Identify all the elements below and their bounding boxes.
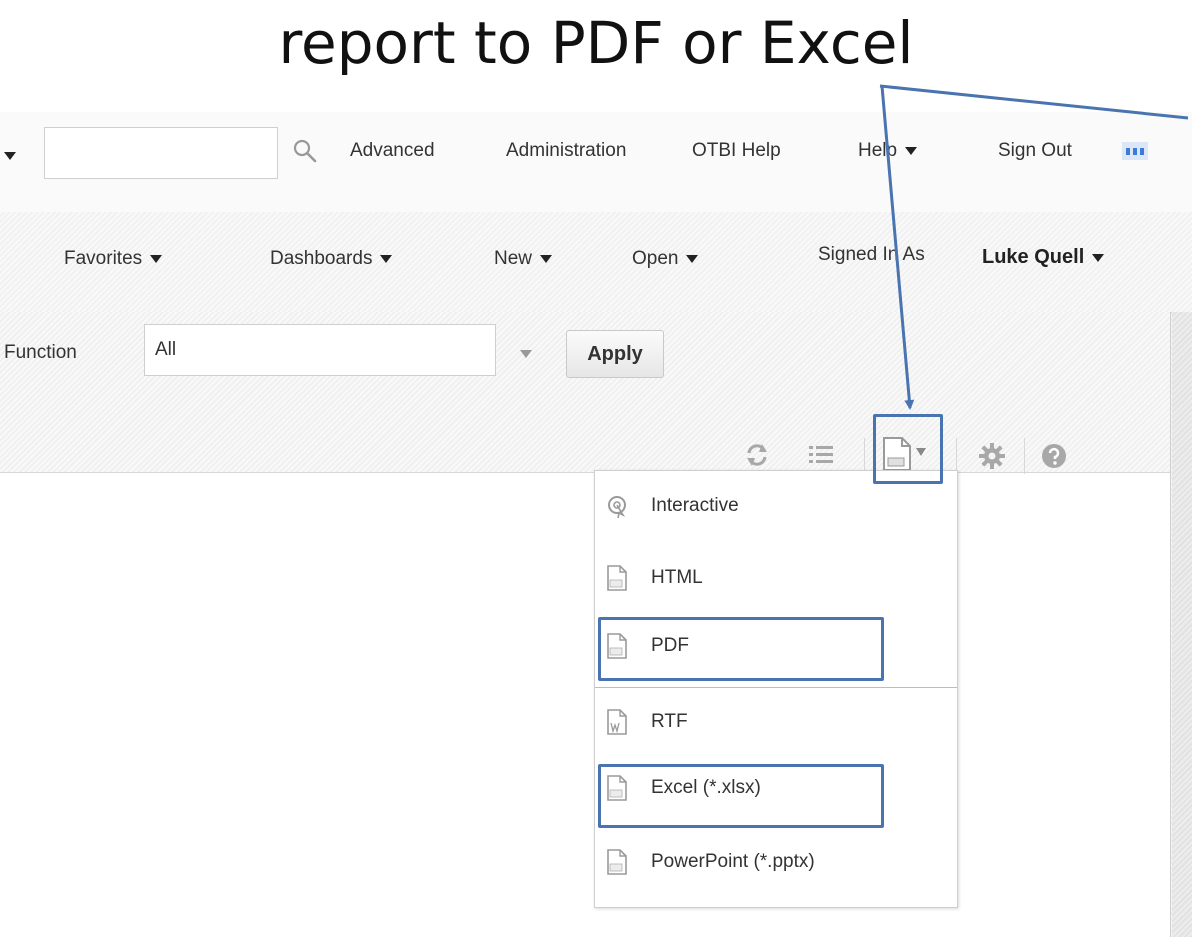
powerpoint-file-icon <box>607 849 627 875</box>
chevron-down-icon[interactable] <box>520 350 532 358</box>
menu-item-label: HTML <box>651 567 703 588</box>
callout-export-button <box>873 414 943 484</box>
html-file-icon <box>607 565 627 591</box>
apply-button[interactable]: Apply <box>566 330 664 378</box>
export-dropdown-menu: Interactive HTML PDF RTF Excel (*.xlsx) … <box>594 470 958 908</box>
search-input[interactable] <box>44 127 278 179</box>
help-icon[interactable] <box>1040 442 1068 470</box>
user-menu[interactable]: Luke Quell <box>982 246 1105 269</box>
oracle-badge-icon[interactable] <box>1122 142 1148 160</box>
favorites-menu[interactable]: Favorites <box>64 248 163 270</box>
open-menu[interactable]: Open <box>632 248 699 270</box>
chevron-down-icon <box>380 254 393 263</box>
menu-item-interactive[interactable]: Interactive <box>595 481 957 533</box>
chevron-down-icon <box>150 254 163 263</box>
open-label: Open <box>632 248 679 269</box>
menu-item-label: Interactive <box>651 495 739 516</box>
menu-divider <box>595 687 957 688</box>
new-label: New <box>494 248 533 269</box>
callout-excel-item <box>598 764 884 828</box>
chevron-down-icon <box>540 254 553 263</box>
toolbar-separator <box>956 438 957 474</box>
gear-icon[interactable] <box>978 442 1006 470</box>
otbi-help-link[interactable]: OTBI Help <box>692 140 781 162</box>
dashboards-menu[interactable]: Dashboards <box>270 248 393 270</box>
report-content: Function All Apply <box>0 312 1171 937</box>
function-select[interactable]: All <box>144 324 496 376</box>
right-gutter <box>1172 312 1192 937</box>
dashboards-label: Dashboards <box>270 248 373 269</box>
favorites-label: Favorites <box>64 248 143 269</box>
report-toolbar-area: Function All Apply <box>0 312 1170 474</box>
interactive-icon <box>608 496 626 519</box>
menu-item-rtf[interactable]: RTF <box>595 697 957 749</box>
signed-in-as-label: Signed In As <box>818 244 925 265</box>
advanced-link[interactable]: Advanced <box>350 140 435 162</box>
chevron-down-icon[interactable] <box>4 152 16 160</box>
new-menu[interactable]: New <box>494 248 553 270</box>
menu-item-html[interactable]: HTML <box>595 553 957 605</box>
function-label: Function <box>4 342 77 363</box>
global-header: Advanced Administration OTBI Help Help S… <box>0 112 1192 213</box>
chevron-down-icon <box>905 146 918 155</box>
list-icon[interactable] <box>806 440 836 470</box>
chevron-down-icon <box>1092 253 1105 262</box>
search-icon[interactable] <box>292 138 318 164</box>
refresh-icon[interactable] <box>742 440 772 470</box>
function-value: All <box>155 339 177 360</box>
chevron-down-icon <box>686 254 699 263</box>
help-menu[interactable]: Help <box>858 140 918 162</box>
menu-item-label: RTF <box>651 711 688 732</box>
callout-pdf-item <box>598 617 884 681</box>
menu-item-label: PowerPoint (*.pptx) <box>651 851 815 872</box>
help-label: Help <box>858 140 898 161</box>
toolbar-separator <box>864 438 865 474</box>
administration-link[interactable]: Administration <box>506 140 626 162</box>
user-name: Luke Quell <box>982 246 1085 268</box>
menu-item-powerpoint[interactable]: PowerPoint (*.pptx) <box>595 837 957 889</box>
sign-out-link[interactable]: Sign Out <box>998 140 1072 162</box>
nav-bar: Favorites Dashboards New Open Signed In … <box>0 212 1192 313</box>
slide-caption: report to PDF or Excel <box>278 9 914 77</box>
toolbar-separator <box>1024 438 1025 474</box>
rtf-file-icon <box>607 709 627 735</box>
